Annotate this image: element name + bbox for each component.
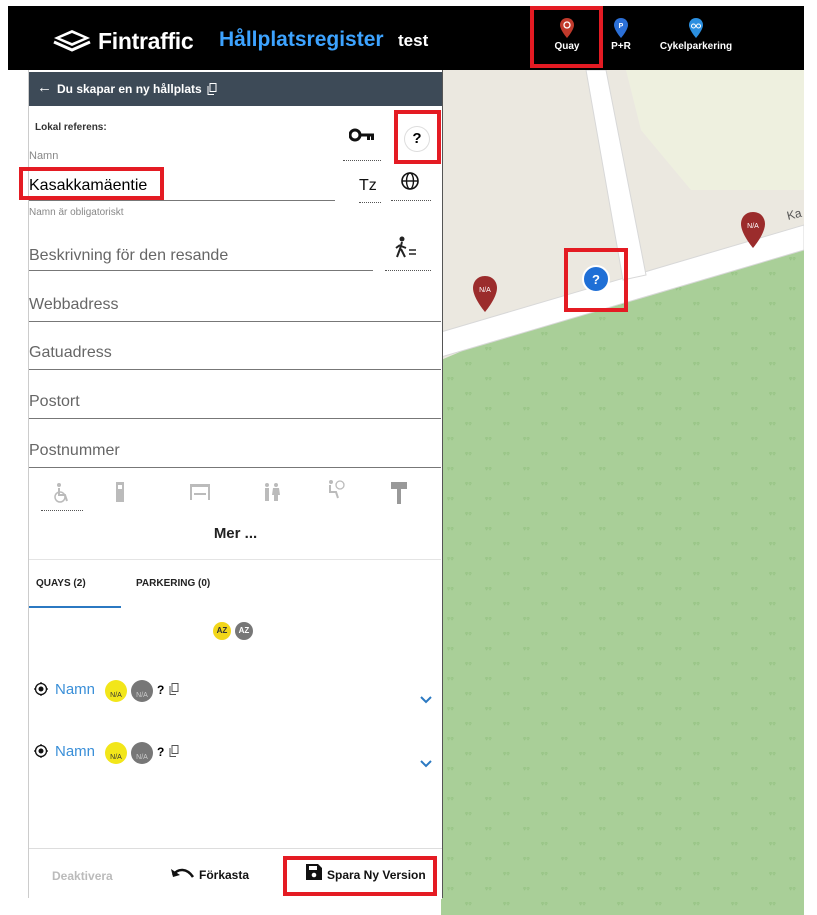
tab-quays[interactable]: QUAYS (2) bbox=[36, 578, 86, 589]
city-field[interactable]: Postort bbox=[29, 393, 80, 411]
svg-text:P: P bbox=[619, 23, 624, 30]
quay-help-2[interactable]: ? bbox=[157, 745, 164, 759]
bike-parking-marker-icon bbox=[689, 18, 703, 38]
name-underline bbox=[29, 200, 335, 201]
postcode-field[interactable]: Postnummer bbox=[29, 442, 120, 460]
sort-az-active-icon[interactable]: AZ bbox=[213, 622, 231, 640]
quay-marker-icon bbox=[560, 18, 574, 38]
globe-icon[interactable] bbox=[401, 172, 419, 190]
brand-name: Fintraffic bbox=[98, 28, 194, 54]
locate-icon[interactable] bbox=[34, 682, 48, 696]
quay-filter-button[interactable]: Quay bbox=[535, 12, 599, 68]
quay-badge-na-1: N/A bbox=[105, 742, 127, 764]
quay-name-1[interactable]: Namn bbox=[55, 681, 95, 698]
pr-filter-label: P+R bbox=[611, 41, 631, 52]
key-underline bbox=[343, 160, 381, 161]
app-title: Hållplatsregister bbox=[219, 28, 384, 51]
sort-az-inactive-icon[interactable]: AZ bbox=[235, 622, 253, 640]
quay-row-1[interactable]: Namn N/A N/A ? bbox=[29, 678, 442, 738]
section-divider bbox=[29, 559, 441, 560]
waiting-room-icon[interactable] bbox=[327, 480, 345, 500]
quay-help-1[interactable]: ? bbox=[157, 683, 164, 697]
accessibility-walker-icon[interactable] bbox=[394, 236, 418, 258]
map-canvas: ᵠᵠ ᵠᵠ Ka N/A N/A ? bbox=[441, 70, 804, 915]
tab-active-indicator bbox=[29, 606, 121, 608]
bike-filter-button[interactable]: Cykelparkering bbox=[651, 12, 741, 68]
quay-badge-na-2: N/A bbox=[131, 742, 153, 764]
quay-badge-na-2: N/A bbox=[131, 680, 153, 702]
street-field[interactable]: Gatuadress bbox=[29, 344, 112, 362]
chevron-down-icon[interactable] bbox=[420, 760, 432, 768]
locate-icon[interactable] bbox=[34, 744, 48, 758]
marker-na-label-2: N/A bbox=[747, 223, 759, 230]
globe-underline bbox=[391, 200, 431, 201]
fintraffic-logo-icon bbox=[53, 30, 91, 52]
marker-question-label: ? bbox=[592, 272, 600, 287]
web-field[interactable]: Webbadress bbox=[29, 296, 119, 314]
panel-header: ← Du skapar en ny hållplats bbox=[29, 72, 442, 106]
marker-na-label-1: N/A bbox=[479, 287, 491, 294]
ticket-machine-icon[interactable] bbox=[115, 482, 125, 502]
parking-marker-icon: P bbox=[614, 18, 628, 38]
tab-parking[interactable]: PARKERING (0) bbox=[136, 578, 210, 589]
undo-icon[interactable] bbox=[171, 867, 195, 881]
bike-filter-label: Cykelparkering bbox=[659, 41, 733, 52]
stop-editor-panel: ← Du skapar en ny hållplats Lokal refere… bbox=[19, 70, 443, 899]
timezone-button[interactable]: Tz bbox=[359, 177, 377, 195]
stop-sign-icon[interactable] bbox=[391, 482, 407, 504]
back-arrow-icon[interactable]: ← bbox=[37, 79, 52, 96]
name-required-hint: Namn är obligatoriskt bbox=[29, 207, 124, 218]
panel-title: Du skapar en ny hållplats bbox=[57, 82, 202, 96]
quay-name-2[interactable]: Namn bbox=[55, 743, 95, 760]
top-bar: Fintraffic Hållplatsregister test Quay P… bbox=[8, 6, 804, 70]
name-field[interactable]: Kasakkamäentie bbox=[29, 177, 147, 195]
copy-icon[interactable] bbox=[169, 745, 179, 757]
discard-button[interactable]: Förkasta bbox=[199, 868, 249, 882]
shelter-icon[interactable] bbox=[189, 483, 211, 501]
action-footer: Deaktivera Förkasta Spara Ny Version bbox=[29, 848, 442, 899]
help-icon[interactable]: ? bbox=[405, 127, 429, 151]
description-underline bbox=[29, 270, 373, 271]
wheelchair-icon[interactable] bbox=[53, 482, 69, 504]
env-tag: test bbox=[398, 31, 429, 50]
walker-underline bbox=[385, 270, 431, 271]
pr-filter-button[interactable]: P P+R bbox=[603, 12, 639, 68]
map-view[interactable]: ᵠᵠ ᵠᵠ Ka N/A N/A ? bbox=[441, 70, 804, 915]
quay-filter-label: Quay bbox=[554, 41, 580, 52]
local-ref-label: Lokal referens: bbox=[35, 122, 107, 133]
map-marker-new-stop[interactable]: ? bbox=[582, 265, 610, 293]
more-button[interactable]: Mer ... bbox=[29, 525, 442, 542]
postcode-underline bbox=[29, 467, 441, 468]
toilet-icon[interactable] bbox=[263, 483, 281, 501]
key-icon[interactable] bbox=[349, 128, 375, 142]
deactivate-button[interactable]: Deaktivera bbox=[52, 869, 113, 883]
copy-icon[interactable] bbox=[169, 683, 179, 695]
description-field[interactable]: Beskrivning för den resande bbox=[29, 247, 228, 265]
quay-row-2[interactable]: Namn N/A N/A ? bbox=[29, 740, 442, 800]
chevron-down-icon[interactable] bbox=[420, 696, 432, 704]
city-underline bbox=[29, 418, 441, 419]
name-label: Namn bbox=[29, 150, 59, 162]
quay-badge-na-1: N/A bbox=[105, 680, 127, 702]
web-underline bbox=[29, 321, 441, 322]
copy-icon[interactable] bbox=[207, 83, 217, 95]
save-new-version-button[interactable]: Spara Ny Version bbox=[327, 868, 426, 882]
wheelchair-underline bbox=[41, 510, 83, 511]
save-icon[interactable] bbox=[306, 864, 322, 880]
tz-underline bbox=[359, 202, 381, 203]
street-underline bbox=[29, 369, 441, 370]
app-frame: Fintraffic Hållplatsregister test Quay P… bbox=[0, 0, 817, 915]
